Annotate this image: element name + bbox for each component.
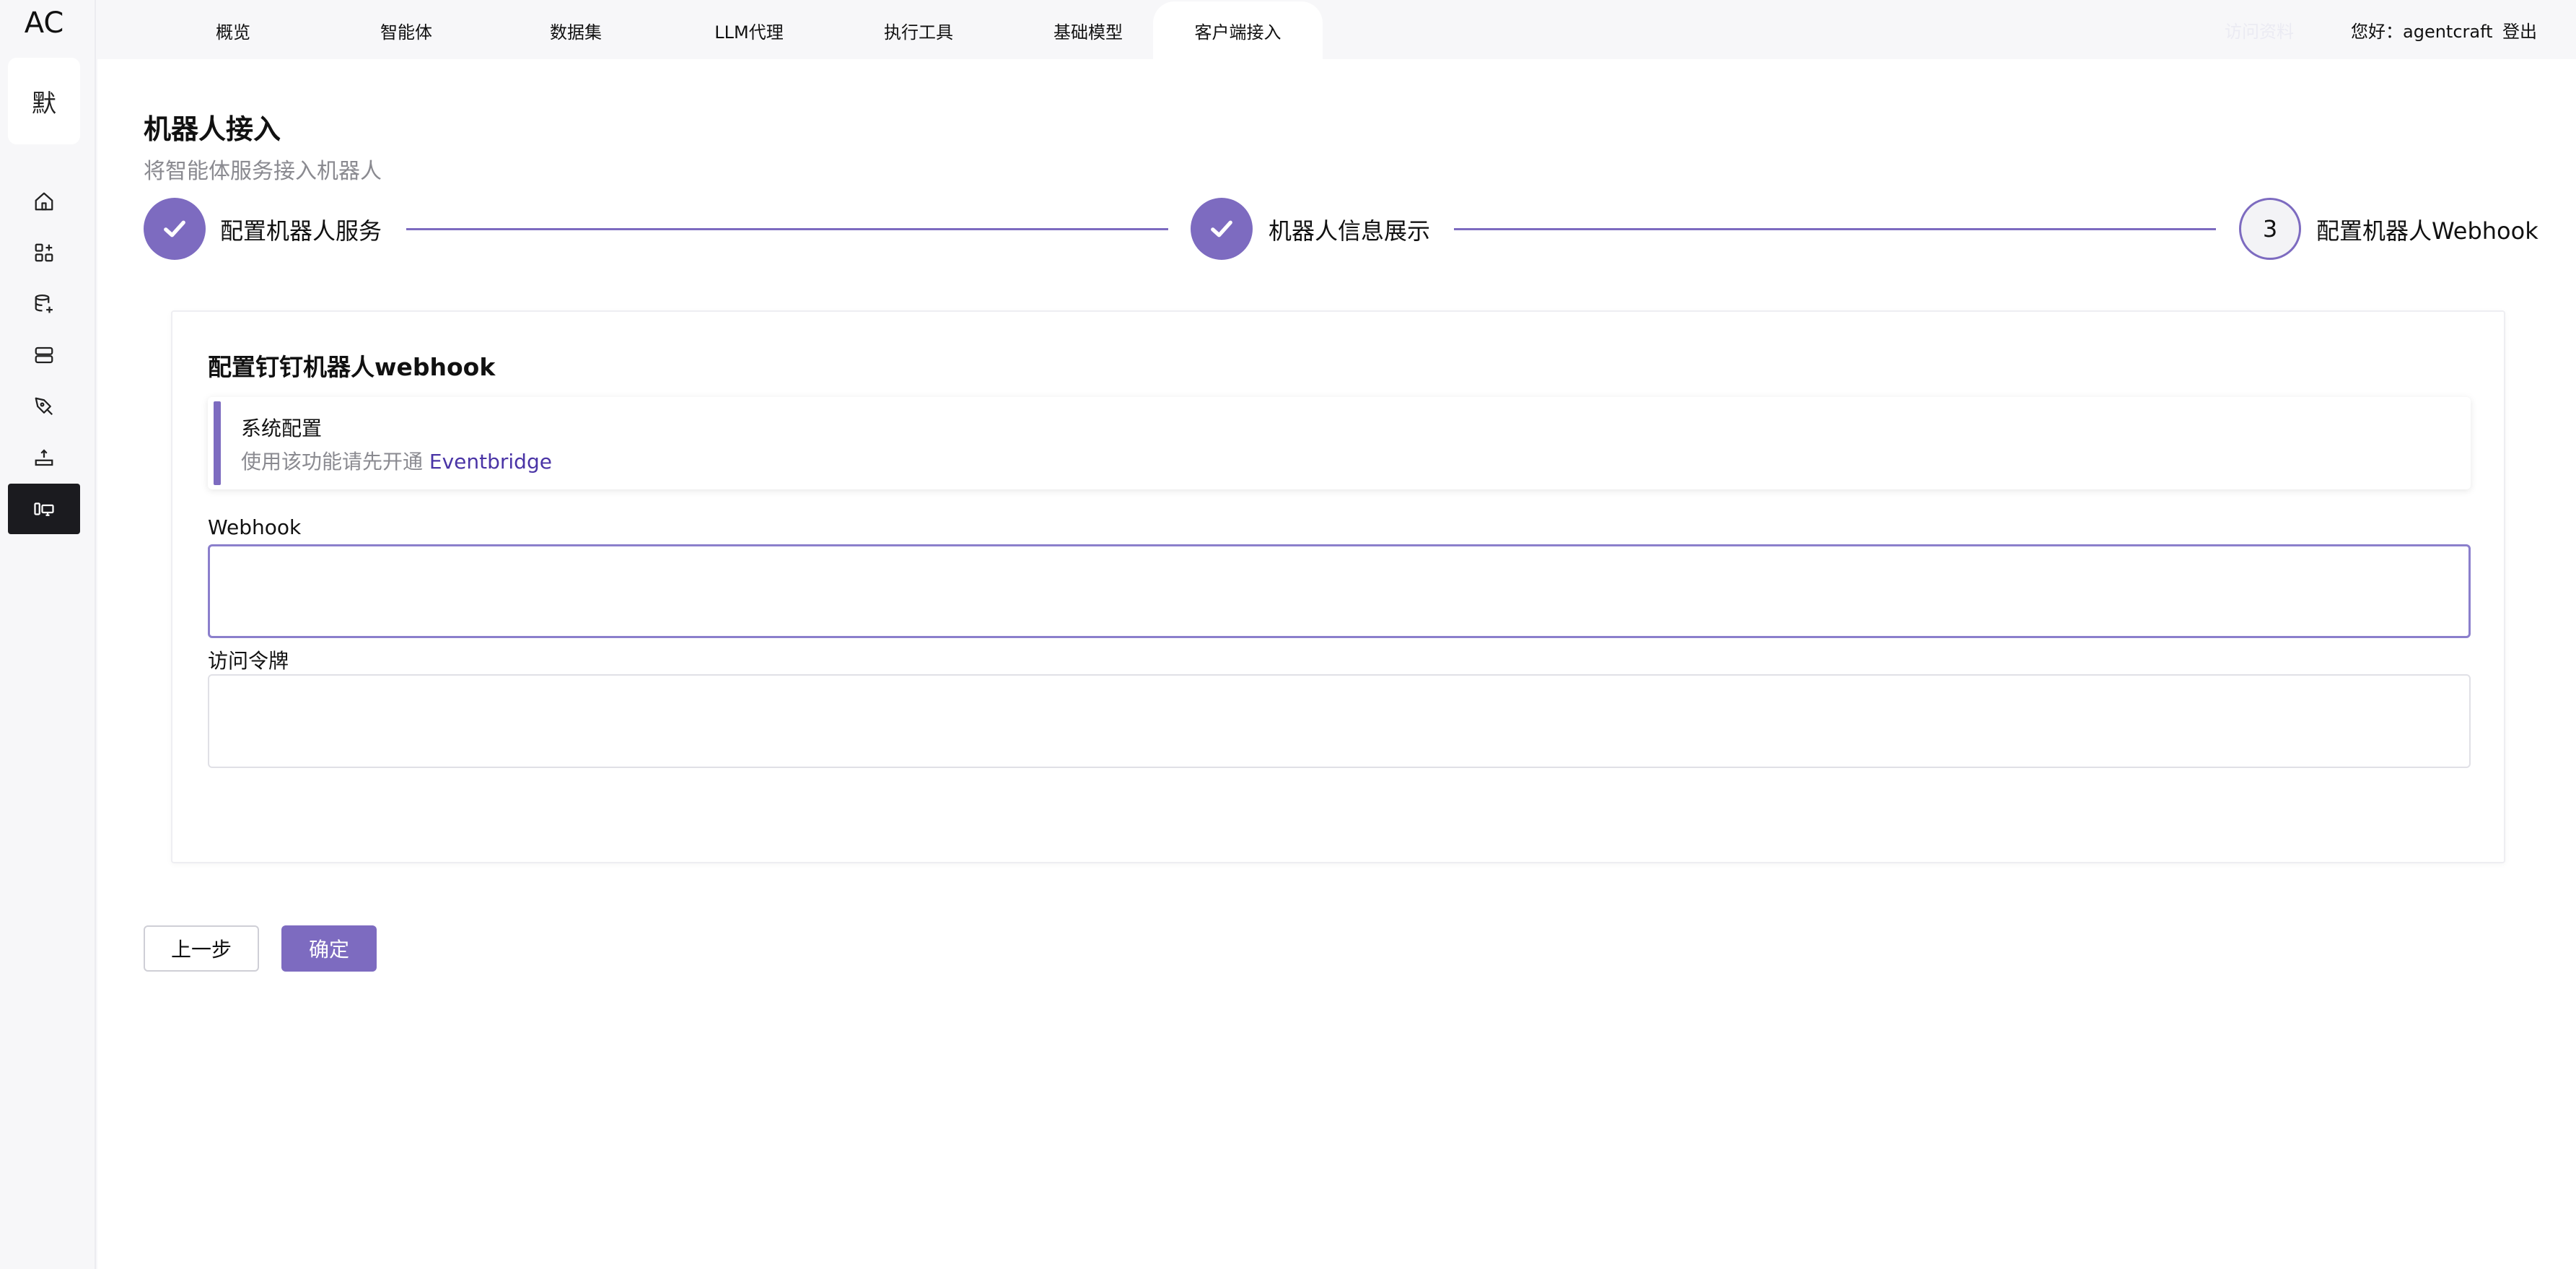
check-icon — [164, 220, 185, 237]
tab-foundation-models[interactable]: 基础模型 — [1027, 1, 1149, 59]
step-3-label: 配置机器人Webhook — [2316, 217, 2538, 245]
sidebar-item-clients[interactable] — [8, 484, 80, 534]
app-logo[interactable]: AC — [0, 6, 88, 40]
system-config-alert: 系统配置 使用该功能请先开通 Eventbridge — [208, 397, 2471, 489]
tab-label: 数据集 — [550, 22, 602, 43]
top-navigation: 概览 智能体 数据集 LLM代理 执行工具 基础模型 客户端接入 访问资料 您好… — [96, 0, 2576, 59]
step-2-label: 机器人信息展示 — [1269, 217, 1431, 245]
app-root: AC 默 概览 智能体 数据集 LLM代理 执行工具 基础模型 客户端接入 访问… — [0, 0, 2576, 1269]
workspace-switcher[interactable]: 默 — [8, 58, 80, 144]
page-subtitle: 将智能体服务接入机器人 — [144, 159, 382, 184]
webhook-input[interactable] — [208, 544, 2471, 638]
tab-agents[interactable]: 智能体 — [356, 1, 457, 59]
tab-label: 客户端接入 — [1194, 22, 1282, 43]
upload-tray-icon — [35, 449, 53, 466]
logout-link[interactable]: 登出 — [2502, 0, 2537, 59]
webhook-label: Webhook — [208, 515, 302, 539]
step-2-indicator — [1191, 198, 1253, 260]
eventbridge-link[interactable]: Eventbridge — [429, 450, 552, 474]
previous-step-button[interactable]: 上一步 — [144, 925, 259, 972]
tab-overview[interactable]: 概览 — [197, 1, 269, 59]
tab-client-access[interactable]: 客户端接入 — [1153, 1, 1323, 59]
access-token-label: 访问令牌 — [208, 649, 289, 673]
tab-label: 基础模型 — [1053, 22, 1123, 43]
tab-llm-proxy[interactable]: LLM代理 — [684, 1, 814, 59]
devices-icon — [34, 502, 54, 516]
step-3-indicator: 3 — [2239, 198, 2301, 260]
step-1-label: 配置机器人服务 — [220, 217, 382, 245]
tab-datasets[interactable]: 数据集 — [525, 1, 626, 59]
sidebar-item-home[interactable] — [8, 176, 80, 227]
user-greeting: 您好：agentcraft — [2351, 21, 2493, 42]
tab-tools[interactable]: 执行工具 — [857, 1, 980, 59]
alert-accent-bar — [214, 401, 221, 485]
server-icon — [35, 346, 53, 364]
webhook-config-card: 配置钉钉机器人webhook 系统配置 使用该功能请先开通 Eventbridg… — [171, 310, 2505, 863]
sidebar-item-servers[interactable] — [8, 330, 80, 380]
step-1-indicator — [144, 198, 206, 260]
tab-label: LLM代理 — [714, 22, 784, 43]
home-icon — [35, 192, 53, 211]
step-connector — [406, 228, 1168, 230]
confirm-button[interactable]: 确定 — [281, 925, 377, 972]
alert-description: 使用该功能请先开通 Eventbridge — [241, 446, 552, 475]
alert-description-text: 使用该功能请先开通 — [241, 450, 429, 474]
tab-label: 智能体 — [380, 22, 432, 43]
main-content: 机器人接入 将智能体服务接入机器人 配置机器人服务 机器人信息展示 3 配置机器… — [97, 59, 2576, 1269]
sidebar: AC 默 — [0, 0, 96, 1269]
tab-label: 执行工具 — [884, 22, 953, 43]
sidebar-item-datasets[interactable] — [8, 279, 80, 329]
card-title: 配置钉钉机器人webhook — [208, 353, 496, 381]
check-icon — [1211, 220, 1232, 237]
page-title: 机器人接入 — [144, 113, 281, 145]
sidebar-item-tools[interactable] — [8, 381, 80, 432]
sidebar-item-models[interactable] — [8, 432, 80, 483]
step-connector — [1454, 228, 2216, 230]
alert-title: 系统配置 — [241, 417, 323, 440]
database-add-icon — [35, 295, 53, 313]
tab-label: 概览 — [216, 22, 250, 43]
apps-grid-icon — [35, 243, 53, 262]
sidebar-item-apps[interactable] — [8, 227, 80, 278]
docs-link[interactable]: 访问资料 — [2225, 0, 2294, 59]
step-3-number: 3 — [2262, 215, 2278, 243]
access-token-input[interactable] — [208, 674, 2471, 768]
pen-tool-icon — [35, 397, 53, 416]
workspace-initial: 默 — [32, 89, 56, 118]
